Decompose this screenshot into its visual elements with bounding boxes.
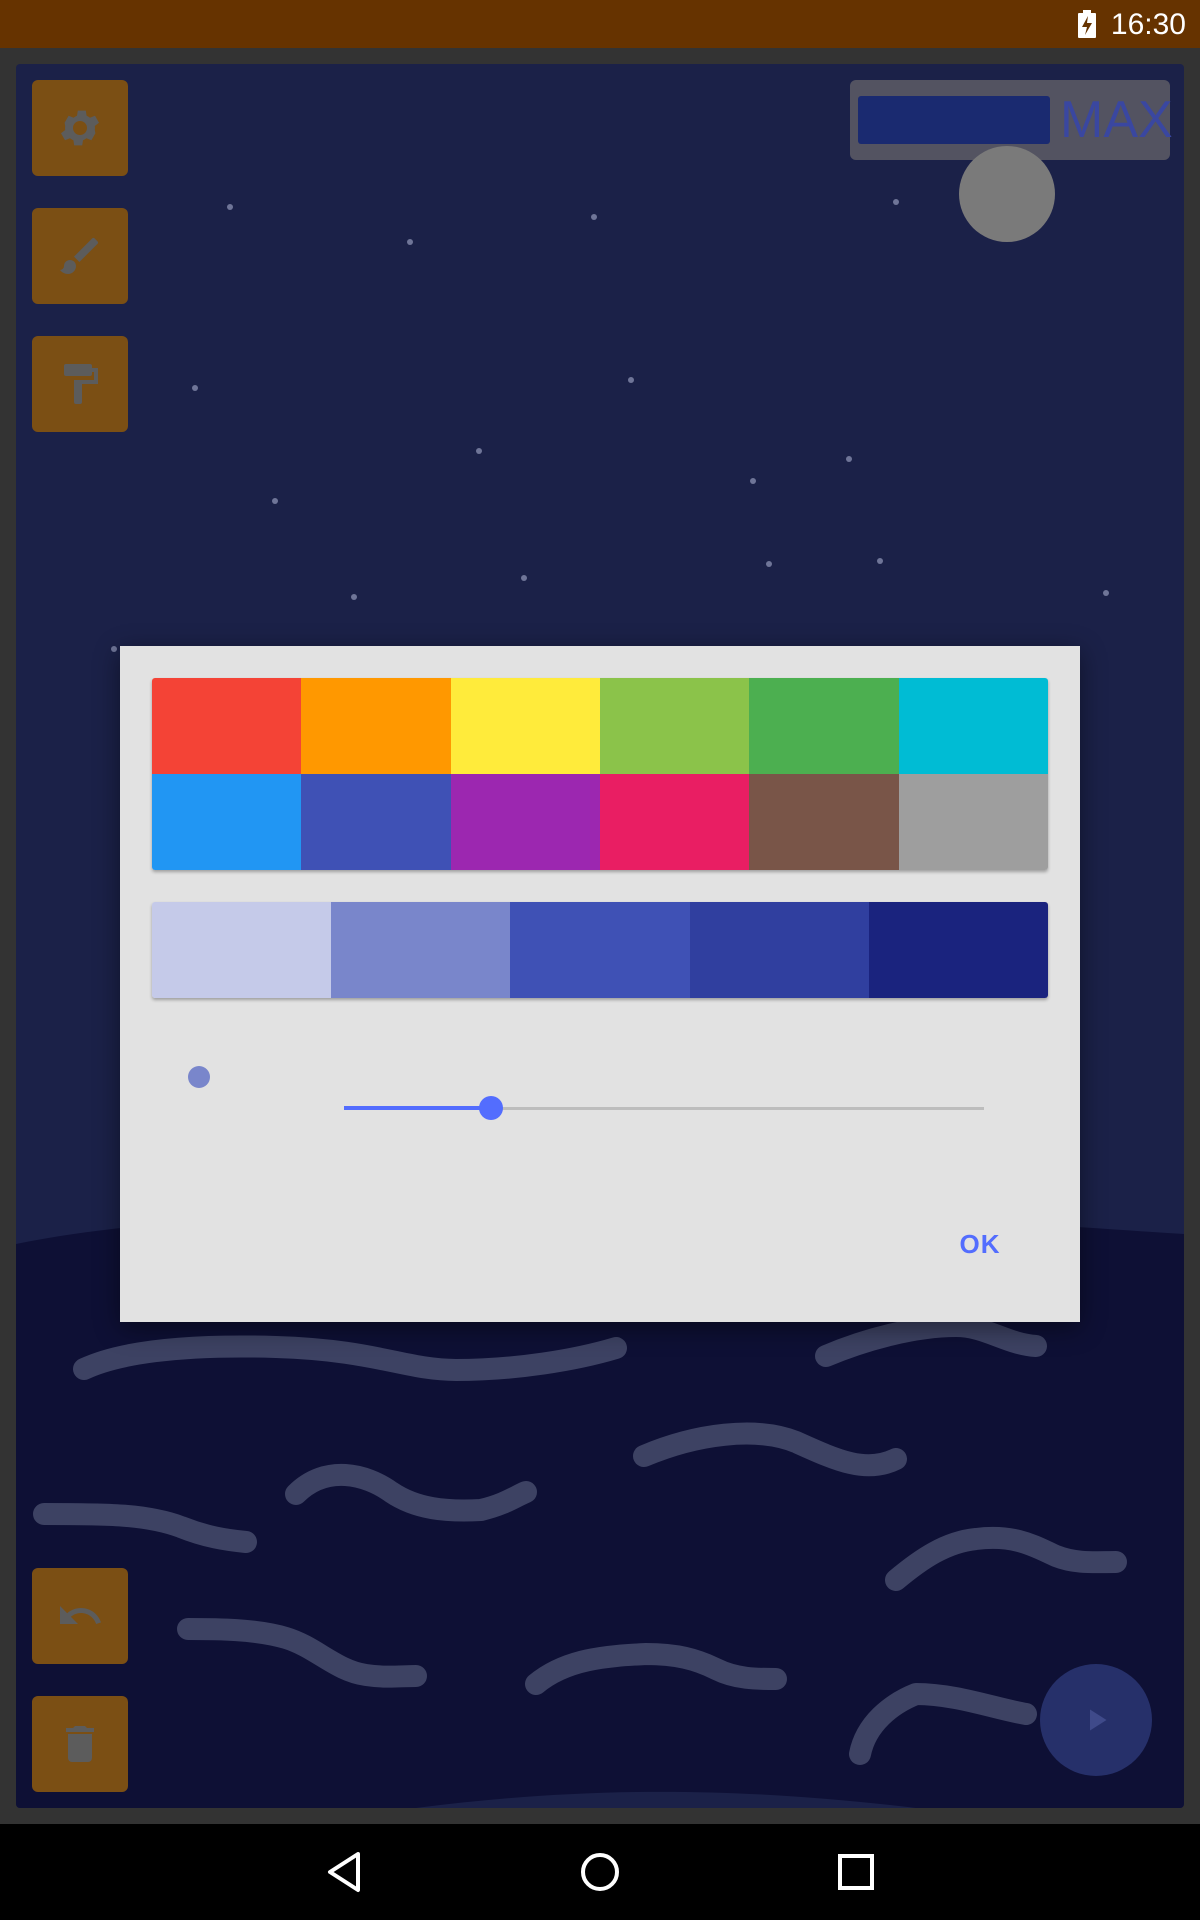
delete-button[interactable]	[32, 1696, 128, 1792]
color-swatch-8[interactable]	[301, 774, 451, 870]
shade-swatch-1[interactable]	[152, 902, 332, 998]
color-swatch-2[interactable]	[301, 678, 451, 774]
brush-size-slider[interactable]	[344, 1088, 984, 1128]
slider-thumb[interactable]	[479, 1096, 504, 1120]
color-swatch-3[interactable]	[450, 678, 600, 774]
play-button[interactable]	[1040, 1664, 1152, 1776]
trash-icon	[66, 1726, 94, 1762]
back-triangle-icon[interactable]	[320, 1848, 368, 1896]
status-bar: 16:30	[0, 0, 1200, 48]
recents-square-icon[interactable]	[832, 1848, 880, 1896]
paint-roller-icon	[64, 364, 98, 404]
gear-icon	[61, 110, 99, 146]
settings-button[interactable]	[32, 80, 128, 176]
app-area: MAX OK	[0, 48, 1200, 1824]
undo-icon	[60, 1606, 101, 1624]
color-swatch-4[interactable]	[599, 678, 750, 774]
color-picker-dialog: OK	[120, 646, 1080, 1322]
brush-button[interactable]	[32, 208, 128, 304]
color-swatch-1[interactable]	[152, 678, 302, 774]
home-circle-icon[interactable]	[576, 1848, 624, 1896]
shade-swatch-5[interactable]	[868, 902, 1048, 998]
brush-icon	[60, 238, 98, 274]
shade-swatch-3[interactable]	[510, 902, 690, 998]
shade-swatch-4[interactable]	[689, 902, 869, 998]
color-swatch-6[interactable]	[898, 678, 1048, 774]
battery-charging-icon	[1078, 10, 1096, 38]
status-time: 16:30	[1110, 8, 1186, 41]
color-swatch-5[interactable]	[749, 678, 899, 774]
color-swatch-10[interactable]	[599, 774, 750, 870]
color-palette	[152, 678, 1048, 870]
color-swatch-7[interactable]	[152, 774, 302, 870]
play-icon	[1090, 1709, 1107, 1731]
brush-size-bar	[858, 96, 1050, 144]
fill-button[interactable]	[32, 336, 128, 432]
moon	[959, 146, 1055, 242]
shade-palette	[152, 902, 1048, 998]
color-swatch-11[interactable]	[749, 774, 899, 870]
brush-size-preview	[188, 1066, 210, 1088]
color-swatch-12[interactable]	[898, 774, 1048, 870]
color-swatch-9[interactable]	[450, 774, 600, 870]
shade-swatch-2[interactable]	[331, 902, 511, 998]
undo-button[interactable]	[32, 1568, 128, 1664]
navigation-bar	[0, 1824, 1200, 1920]
max-label: MAX	[1060, 91, 1173, 149]
ok-button[interactable]: OK	[920, 1216, 1040, 1272]
slider-fill	[344, 1106, 492, 1110]
